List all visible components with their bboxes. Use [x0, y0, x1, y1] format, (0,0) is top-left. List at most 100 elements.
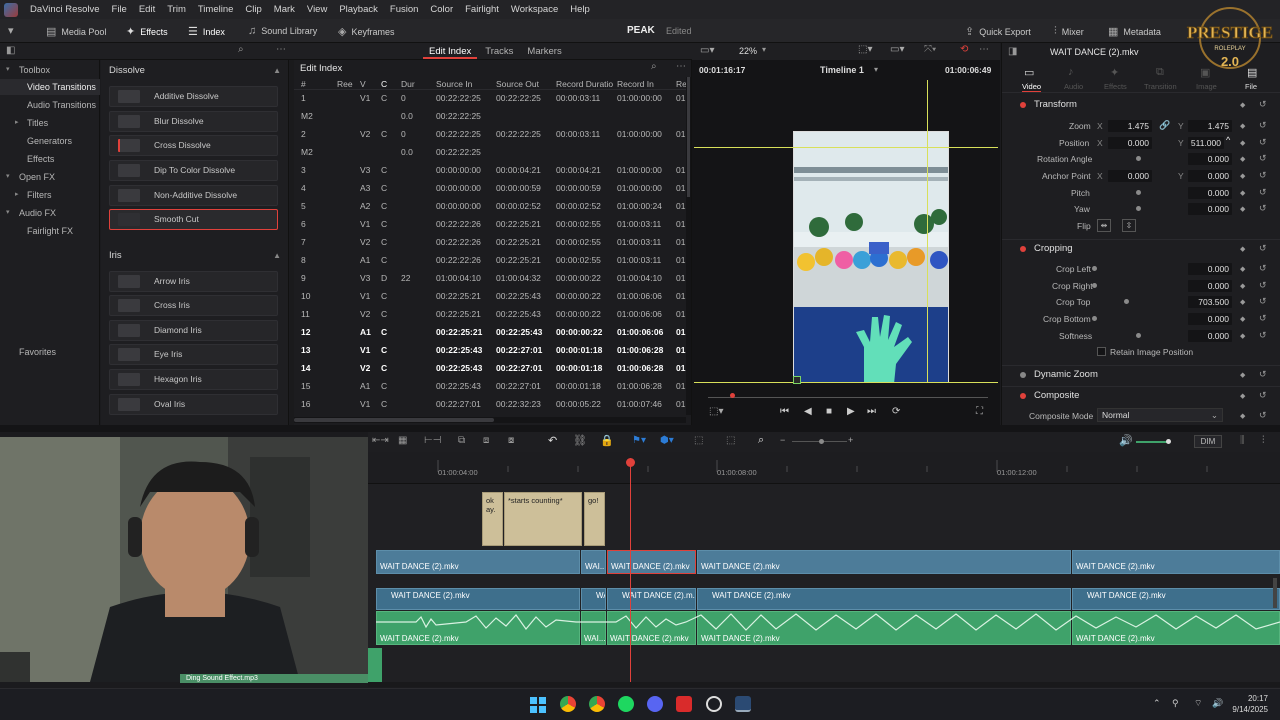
nav-filters[interactable]: ▸ Filters [0, 187, 100, 203]
tray-network-icon[interactable]: ⚲ [1172, 698, 1179, 709]
scrubber-playhead[interactable] [730, 393, 735, 398]
keyframe-diamond-icon[interactable]: ◆ [1240, 265, 1245, 273]
menu-playback[interactable]: Playback [333, 4, 384, 15]
tab-tracks[interactable]: Tracks [479, 45, 519, 59]
chrome-icon[interactable] [560, 696, 576, 712]
edit-index-row[interactable]: 8 A1 C 00:22:22:26 00:22:25:21 00:00:02:55 01:… [294, 252, 691, 270]
timeline-vscroll[interactable] [1273, 578, 1277, 608]
timeline-hscroll[interactable] [368, 682, 1280, 687]
voicemeeter-icon[interactable] [676, 696, 692, 712]
col-dur[interactable]: Dur [401, 79, 415, 89]
edit-index-row[interactable]: 3 V3 C 00:00:00:00 00:00:04:21 00:00:04:21 01:… [294, 162, 691, 180]
crop-right-slider[interactable] [1092, 283, 1097, 288]
fx-blur-dissolve[interactable]: Blur Dissolve [109, 111, 278, 132]
reset-icon[interactable]: ↺ [1259, 330, 1267, 341]
edit-index-row[interactable]: 12 A1 C 00:22:25:21 00:22:25:43 00:00:00:22 01… [294, 324, 691, 342]
edit-index-vscroll[interactable] [686, 77, 691, 415]
reset-icon[interactable]: ↺ [1259, 120, 1267, 131]
flag-icon[interactable]: ⚑▾ [632, 435, 646, 446]
menu-mark[interactable]: Mark [268, 4, 301, 15]
tab-edit-index[interactable]: Edit Index [423, 45, 478, 59]
taskbar-time[interactable]: 20:17 [1232, 694, 1268, 703]
menu-fusion[interactable]: Fusion [384, 4, 425, 15]
keyframe-diamond-icon[interactable]: ◆ [1240, 245, 1245, 253]
keyframe-diamond-icon[interactable]: ◆ [1240, 101, 1245, 109]
reset-icon[interactable]: ↺ [1259, 170, 1267, 181]
menu-fairlight[interactable]: Fairlight [459, 4, 505, 15]
reset-icon[interactable]: ↺ [1259, 203, 1267, 214]
audio-meter-icon[interactable]: ⫼ [1240, 435, 1245, 446]
keyframe-diamond-icon[interactable]: ◆ [1240, 155, 1245, 163]
menu-workspace[interactable]: Workspace [505, 4, 564, 15]
fx-cross-dissolve[interactable]: Cross Dissolve [109, 135, 278, 156]
edit-index-row[interactable]: 15 A1 C 00:22:25:43 00:22:27:01 00:00:01:18 01… [294, 378, 691, 396]
windows-start-icon[interactable] [530, 697, 546, 713]
reset-icon[interactable]: ↺ [1259, 243, 1267, 254]
pitch-field[interactable]: 0.000 [1188, 187, 1232, 199]
keyframe-diamond-icon[interactable]: ◆ [1240, 392, 1245, 400]
dynamic-trim-icon[interactable]: ▦ [398, 435, 407, 446]
go-to-end-icon[interactable]: ⏭ [867, 406, 876, 417]
tab-audio[interactable]: Audio [1064, 82, 1083, 91]
play-icon[interactable]: ▶ [847, 406, 855, 417]
scrubber-bar[interactable] [708, 397, 988, 398]
position-x-field[interactable]: 0.000 [1108, 137, 1152, 149]
scrollbar-thumb[interactable] [294, 418, 494, 422]
edit-index-row[interactable]: 5 A2 C 00:00:00:00 00:00:02:52 00:00:02:52 01:… [294, 198, 691, 216]
keyframe-diamond-icon[interactable]: ◆ [1240, 172, 1245, 180]
reset-icon[interactable]: ↺ [1259, 369, 1267, 380]
tab-markers[interactable]: Markers [521, 45, 567, 59]
timeline-ruler[interactable]: 01:00:04:00 01:00:08:00 01:00:12:00 [368, 452, 1280, 484]
menu-timeline[interactable]: Timeline [192, 4, 240, 15]
zoom-detail-icon[interactable]: ⬚ [726, 435, 735, 446]
transform-handle[interactable] [793, 376, 801, 384]
inspector-toggle-icon[interactable]: ◨ [1008, 46, 1017, 57]
transform-section-header[interactable]: Transform [1002, 96, 1280, 114]
crop-icon[interactable]: ⬚▾ [709, 406, 723, 417]
edit-index-row[interactable]: 13 V1 C 00:22:25:43 00:22:27:01 00:00:01:18 01… [294, 342, 691, 360]
menu-trim[interactable]: Trim [161, 4, 192, 15]
reset-icon[interactable]: ↺ [1259, 137, 1267, 148]
keyframe-diamond-icon[interactable]: ◆ [1240, 412, 1245, 420]
col-record-duration[interactable]: Record Duratio [556, 79, 613, 89]
volume-icon[interactable]: 🔊 [1119, 434, 1133, 447]
v1-clip[interactable]: WAIT DANCE (2).m... [607, 588, 696, 610]
tab-transition[interactable]: Transition [1144, 82, 1177, 91]
crop-top-slider[interactable] [1124, 299, 1129, 304]
sound-library-button[interactable]: ♫ Sound Library [248, 25, 317, 37]
cropping-section-header[interactable]: Cropping [1002, 239, 1280, 257]
keyframe-diamond-icon[interactable]: ◆ [1240, 298, 1245, 306]
edit-index-row[interactable]: M2 0.0 00:22:22:25 [294, 108, 691, 126]
yaw-slider[interactable] [1136, 206, 1141, 211]
v2-clip[interactable]: WAIT DANCE (2).mkv [1072, 550, 1280, 574]
pitch-slider[interactable] [1136, 190, 1141, 195]
panel-toggle-icon[interactable]: ◧ [6, 45, 15, 56]
col-c[interactable]: C [381, 79, 387, 89]
v1-clip[interactable]: WAIT DANCE (2).mkv [376, 588, 580, 610]
enable-toggle[interactable] [1020, 102, 1026, 108]
chevron-down-icon[interactable]: ▾ [762, 45, 766, 54]
position-y-field[interactable]: 511.000 [1188, 137, 1224, 149]
col-v[interactable]: V [360, 79, 366, 89]
composite-mode-select[interactable]: Normal ⌄ [1097, 408, 1223, 422]
fx-cross-iris[interactable]: Cross Iris [109, 295, 278, 316]
softness-slider[interactable] [1136, 333, 1141, 338]
ding-audio-clip[interactable]: Ding Sound Effect.mp3 [180, 674, 368, 683]
edit-index-row[interactable]: M2 0.0 00:22:22:25 [294, 144, 691, 162]
tab-file[interactable]: File [1245, 82, 1257, 91]
anchor-y-field[interactable]: 0.000 [1188, 170, 1232, 182]
edit-index-scrollbar[interactable] [294, 417, 686, 423]
v1-clip[interactable]: WAI... [581, 588, 606, 610]
fx-non-additive-dissolve[interactable]: Non-Additive Dissolve [109, 185, 278, 206]
index-button[interactable]: ☰ Index [188, 25, 225, 38]
tray-chevron-icon[interactable]: ⌃ [1153, 698, 1161, 709]
tray-wifi-icon[interactable]: ⌔ [1194, 698, 1202, 709]
layout-toggle-button[interactable]: ▾ [8, 24, 14, 37]
keyframe-diamond-icon[interactable]: ◆ [1240, 371, 1245, 379]
fx-dip-to-color-dissolve[interactable]: Dip To Color Dissolve [109, 160, 278, 181]
nav-toolbox[interactable]: ▾ Toolbox [0, 62, 100, 78]
keyframe-diamond-icon[interactable]: ◆ [1240, 205, 1245, 213]
crop-left-field[interactable]: 0.000 [1188, 263, 1232, 275]
iris-group-header[interactable]: Iris ▲ [109, 248, 281, 264]
v2-clip[interactable]: WAIT DANCE (2).mkv [376, 550, 580, 574]
